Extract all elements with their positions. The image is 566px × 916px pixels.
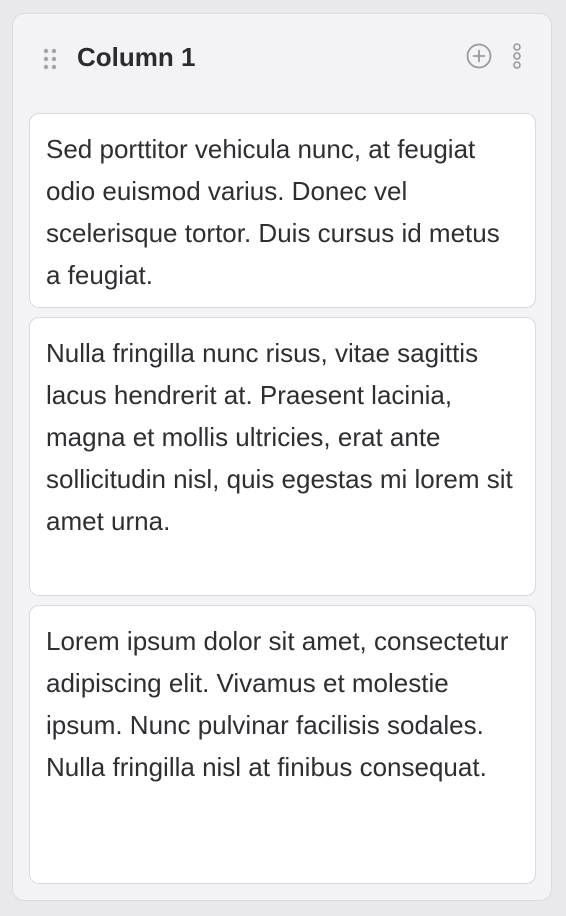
column-title: Column 1 — [77, 42, 196, 72]
more-vertical-icon — [513, 43, 521, 69]
card[interactable]: Nulla fringilla nunc risus, vitae sagitt… — [29, 317, 536, 596]
column-options-button[interactable] — [509, 43, 525, 71]
card-text: Lorem ipsum dolor sit amet, consectetur … — [46, 626, 509, 782]
card-text: Sed porttitor vehicula nunc, at feugiat … — [46, 134, 500, 290]
kanban-column: Column 1 Sed porttitor vehicula nunc, at… — [12, 13, 552, 901]
column-header: Column 1 — [13, 14, 551, 100]
card-text: Nulla fringilla nunc risus, vitae sagitt… — [46, 338, 513, 536]
card[interactable]: Lorem ipsum dolor sit amet, consectetur … — [29, 605, 536, 884]
plus-circle-icon — [466, 43, 492, 69]
add-card-button[interactable] — [466, 43, 492, 69]
drag-handle-icon[interactable] — [43, 48, 57, 70]
card[interactable]: Sed porttitor vehicula nunc, at feugiat … — [29, 113, 536, 308]
